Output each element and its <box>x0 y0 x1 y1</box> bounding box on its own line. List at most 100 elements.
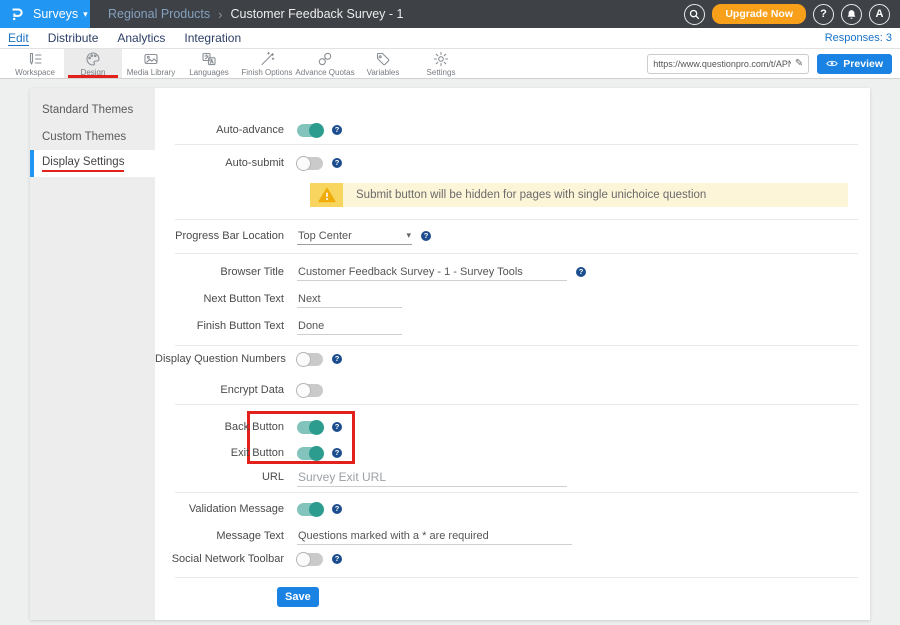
tab-languages[interactable]: Languages <box>180 49 238 78</box>
divider <box>175 219 858 220</box>
search-icon <box>689 9 700 20</box>
auto-advance-help-icon[interactable]: ? <box>332 125 342 135</box>
survey-url-box[interactable]: ✎ <box>647 54 809 74</box>
nav-item-integration[interactable]: Integration <box>184 31 241 45</box>
setting-row-exit-button: Exit Button ? <box>155 440 870 466</box>
setting-row-encrypt-data: Encrypt Data <box>155 377 870 403</box>
warning-icon <box>318 187 336 203</box>
next-button-text-input[interactable] <box>297 291 402 308</box>
exit-button-help-icon[interactable]: ? <box>332 448 342 458</box>
edit-url-icon[interactable]: ✎ <box>795 58 803 69</box>
validation-message-help-icon[interactable]: ? <box>332 504 342 514</box>
product-switcher[interactable]: Surveys ▾ <box>0 0 90 28</box>
breadcrumb-section[interactable]: Regional Products <box>108 7 210 21</box>
browser-title-input[interactable] <box>297 264 567 281</box>
exit-button-toggle[interactable] <box>297 447 323 460</box>
survey-url-input[interactable] <box>653 59 791 69</box>
exit-url-label: URL <box>155 471 297 483</box>
languages-icon <box>201 51 217 67</box>
save-button[interactable]: Save <box>277 587 319 607</box>
back-button-label: Back Button <box>155 421 297 433</box>
tab-settings[interactable]: Settings <box>412 49 470 78</box>
divider <box>175 253 858 254</box>
next-button-text-label: Next Button Text <box>155 293 297 305</box>
setting-row-display-question-numbers: Display Question Numbers ? <box>155 346 870 372</box>
browser-title-label: Browser Title <box>155 266 297 278</box>
auto-submit-toggle[interactable] <box>297 157 323 170</box>
message-text-input[interactable] <box>297 528 572 545</box>
progress-bar-select[interactable]: Top Center ▾ <box>297 228 412 245</box>
progress-bar-help-icon[interactable]: ? <box>421 231 431 241</box>
setting-row-validation-message: Validation Message ? <box>155 496 870 522</box>
topbar-actions: Upgrade Now ? A <box>684 4 900 25</box>
responses-count[interactable]: Responses: 3 <box>825 32 892 44</box>
nav-item-distribute[interactable]: Distribute <box>48 31 99 45</box>
avatar[interactable]: A <box>869 4 890 25</box>
auto-submit-label: Auto-submit <box>155 157 297 169</box>
nav-item-analytics[interactable]: Analytics <box>117 31 165 45</box>
display-question-numbers-toggle[interactable] <box>297 353 323 366</box>
setting-row-next-button-text: Next Button Text <box>155 286 870 312</box>
sidebar-item-standard-themes[interactable]: Standard Themes <box>30 96 155 123</box>
encrypt-data-label: Encrypt Data <box>155 384 297 396</box>
display-question-numbers-label: Display Question Numbers <box>155 353 297 365</box>
warning-text: Submit button will be hidden for pages w… <box>343 183 848 207</box>
tab-design[interactable]: Design <box>64 49 122 78</box>
setting-row-exit-url: URL <box>155 464 870 490</box>
tab-media-library[interactable]: Media Library <box>122 49 180 78</box>
sidebar-item-display-settings[interactable]: Display Settings <box>30 150 155 177</box>
design-sidebar: Standard Themes Custom Themes Display Se… <box>30 88 155 620</box>
chevron-down-icon: ▾ <box>406 230 411 241</box>
tab-finish-options[interactable]: Finish Options <box>238 49 296 78</box>
setting-row-progress-bar: Progress Bar Location Top Center ▾ ? <box>155 223 870 249</box>
design-icon <box>85 51 101 67</box>
upgrade-now-button[interactable]: Upgrade Now <box>712 4 806 24</box>
auto-advance-label: Auto-advance <box>155 124 297 136</box>
validation-message-label: Validation Message <box>155 503 297 515</box>
auto-submit-warning: Submit button will be hidden for pages w… <box>310 183 848 207</box>
preview-button[interactable]: Preview <box>817 54 892 74</box>
breadcrumb-separator: › <box>218 7 222 22</box>
auto-advance-toggle[interactable] <box>297 124 323 137</box>
encrypt-data-toggle[interactable] <box>297 384 323 397</box>
finish-button-text-input[interactable] <box>297 318 402 335</box>
settings-icon <box>433 51 449 67</box>
display-settings-panel: Auto-advance ? Auto-submit ? Submit butt… <box>155 88 870 620</box>
survey-nav: Edit Distribute Analytics Integration Re… <box>0 28 900 49</box>
setting-row-finish-button-text: Finish Button Text <box>155 313 870 339</box>
divider <box>175 492 858 493</box>
exit-button-label: Exit Button <box>155 447 297 459</box>
tab-advance-quotas[interactable]: Advance Quotas <box>296 49 354 78</box>
tab-variables[interactable]: Variables <box>354 49 412 78</box>
brand-label: Surveys <box>33 7 78 21</box>
display-question-numbers-help-icon[interactable]: ? <box>332 354 342 364</box>
finish-options-icon <box>259 51 275 67</box>
divider <box>175 577 858 578</box>
nav-item-edit[interactable]: Edit <box>8 31 29 46</box>
exit-url-input[interactable] <box>297 468 567 487</box>
tab-workspace[interactable]: Workspace <box>6 49 64 78</box>
back-button-help-icon[interactable]: ? <box>332 422 342 432</box>
search-button[interactable] <box>684 4 705 25</box>
finish-button-text-label: Finish Button Text <box>155 320 297 332</box>
message-text-label: Message Text <box>155 530 297 542</box>
setting-row-browser-title: Browser Title ? <box>155 259 870 285</box>
social-network-toolbar-toggle[interactable] <box>297 553 323 566</box>
divider <box>175 404 858 405</box>
back-button-toggle[interactable] <box>297 421 323 434</box>
help-button[interactable]: ? <box>813 4 834 25</box>
sidebar-item-custom-themes[interactable]: Custom Themes <box>30 123 155 150</box>
browser-title-help-icon[interactable]: ? <box>576 267 586 277</box>
questionpro-logo-icon <box>8 4 28 24</box>
breadcrumb: Regional Products › Customer Feedback Su… <box>108 7 404 22</box>
media-library-icon <box>143 51 159 67</box>
auto-submit-help-icon[interactable]: ? <box>332 158 342 168</box>
social-network-toolbar-label: Social Network Toolbar <box>155 553 297 565</box>
edit-toolbar: Workspace Design Media Library Languages… <box>0 49 900 79</box>
validation-message-toggle[interactable] <box>297 503 323 516</box>
setting-row-back-button: Back Button ? <box>155 414 870 440</box>
toolbar-right: ✎ Preview <box>647 49 900 78</box>
notifications-button[interactable] <box>841 4 862 25</box>
variables-icon <box>375 51 391 67</box>
social-network-toolbar-help-icon[interactable]: ? <box>332 554 342 564</box>
